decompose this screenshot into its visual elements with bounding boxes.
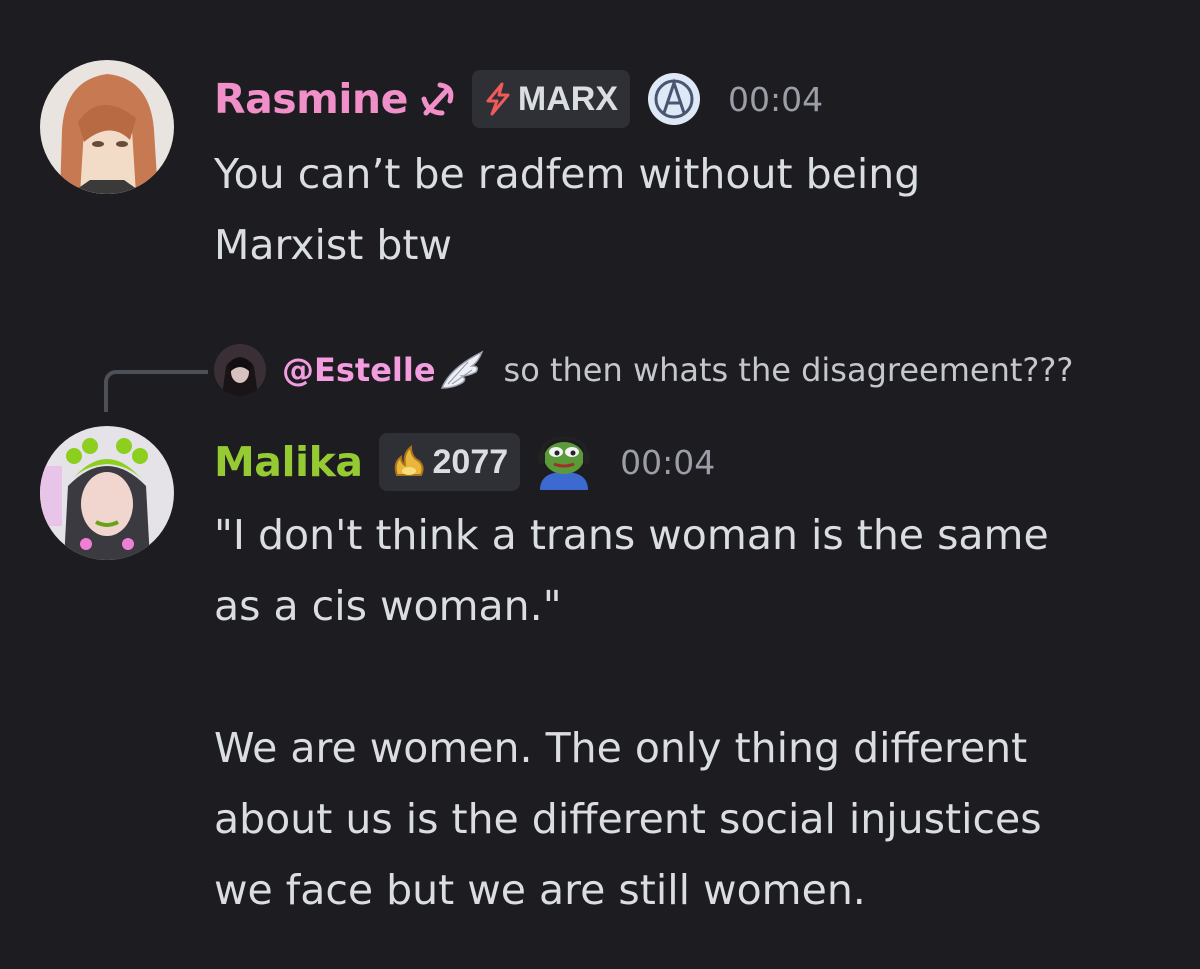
reply-connector [104, 370, 208, 412]
message-line: about us is the different social injusti… [214, 795, 1042, 843]
role-badge-label: MARX [517, 79, 619, 118]
message-header: Malika 2077 00:04 [214, 433, 715, 491]
message-body: "I don't think a trans woman is the same… [214, 500, 1049, 926]
role-badge[interactable]: 2077 [378, 433, 521, 491]
message-line: Marxist btw [214, 221, 453, 269]
message-line: We are women. The only thing different [214, 724, 1028, 772]
reply-preview-text: so then whats the disagreement??? [503, 351, 1074, 389]
message-line: as a cis woman." [214, 582, 562, 630]
reply-mention[interactable]: @Estelle [282, 351, 436, 389]
reply-preview[interactable]: @Estelle so then whats the disagreement?… [214, 344, 1073, 396]
message-line: we face but we are still women. [214, 866, 866, 914]
timestamp: 00:04 [620, 442, 716, 482]
message-body: You can’t be radfem without being Marxis… [214, 139, 920, 281]
hammer-sickle-icon [418, 79, 456, 119]
flame-icon [391, 445, 427, 479]
pepe-headset-icon [534, 434, 594, 490]
wing-icon [438, 348, 488, 392]
message-line: You can’t be radfem without being [214, 150, 921, 198]
message-line [214, 642, 1049, 713]
avatar-malika[interactable] [40, 426, 174, 560]
lightning-icon [484, 82, 512, 116]
username[interactable]: Rasmine [214, 75, 408, 123]
role-badge-label: 2077 [432, 442, 509, 481]
anarchy-a-icon [646, 71, 702, 127]
message-line: "I don't think a trans woman is the same [214, 511, 1049, 559]
avatar-rasmine[interactable] [40, 60, 174, 194]
timestamp: 00:04 [728, 79, 824, 119]
role-badge[interactable]: MARX [471, 70, 631, 128]
reply-avatar [214, 344, 266, 396]
username[interactable]: Malika [214, 438, 363, 486]
message-header: Rasmine MARX 00:04 [214, 70, 823, 128]
